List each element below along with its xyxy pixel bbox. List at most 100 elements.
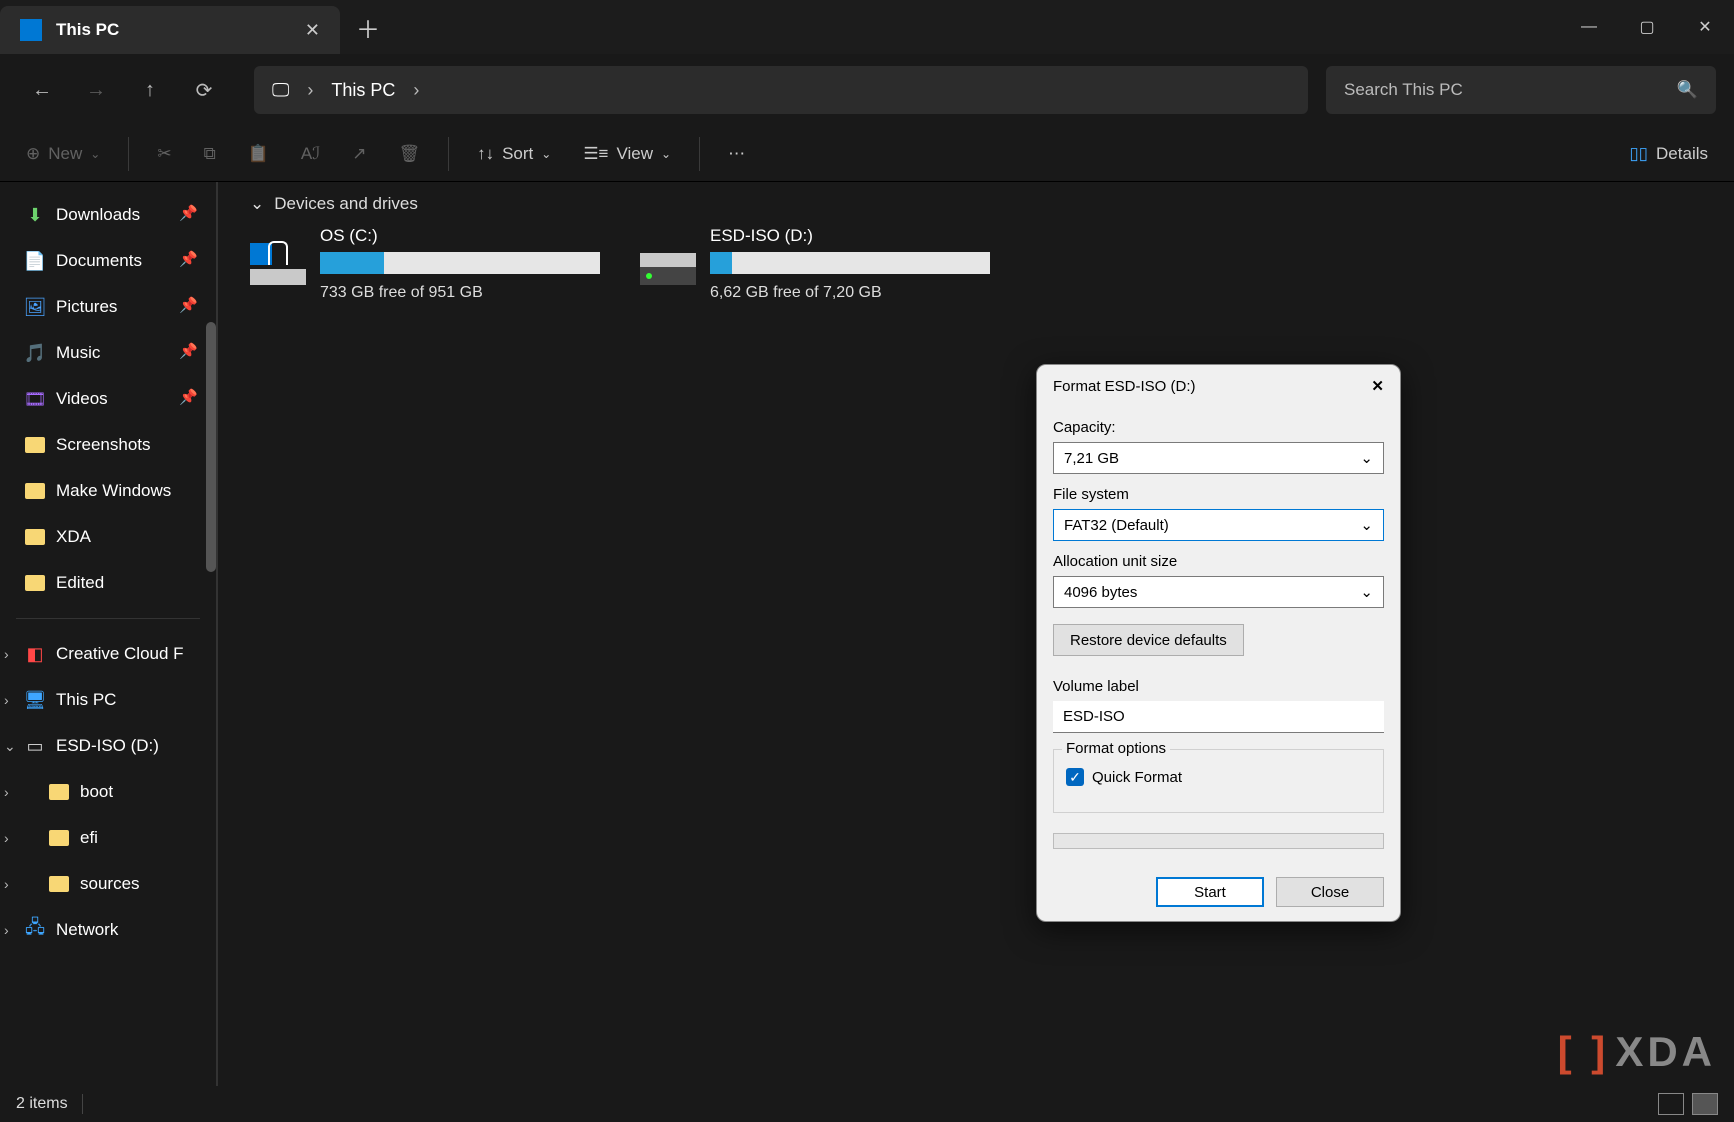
filesystem-select[interactable]: FAT32 (Default) ⌄ <box>1053 509 1384 541</box>
sort-icon: ↑↓ <box>477 144 494 164</box>
paste-button[interactable]: 📋 <box>238 134 279 174</box>
sidebar: ⬇ Downloads 📌 📄 Documents 📌 🖼 Pictures 📌… <box>0 182 218 1086</box>
restore-defaults-button[interactable]: Restore device defaults <box>1053 624 1244 656</box>
close-button[interactable]: Close <box>1276 877 1384 907</box>
dialog-title-bar[interactable]: Format ESD-ISO (D:) ✕ <box>1037 365 1400 407</box>
status-bar: 2 items <box>0 1086 1734 1122</box>
quick-format-checkbox[interactable]: ✓ Quick Format <box>1066 768 1371 786</box>
capacity-label: Capacity: <box>1053 419 1384 436</box>
start-button[interactable]: Start <box>1156 877 1264 907</box>
details-view-button[interactable] <box>1658 1093 1684 1115</box>
close-window-button[interactable]: ✕ <box>1676 0 1734 54</box>
search-icon: 🔍 <box>1677 80 1698 100</box>
drive-name: OS (C:) <box>320 226 600 246</box>
minimize-button[interactable]: — <box>1560 0 1618 54</box>
os-drive-icon <box>250 243 308 285</box>
sidebar-item-downloads[interactable]: ⬇ Downloads 📌 <box>0 192 216 238</box>
sidebar-item-efi[interactable]: › efi <box>0 815 216 861</box>
copy-icon: ⧉ <box>204 144 216 164</box>
allocation-select[interactable]: 4096 bytes ⌄ <box>1053 576 1384 608</box>
sidebar-item-screenshots[interactable]: Screenshots <box>0 422 216 468</box>
document-icon: 📄 <box>24 250 46 272</box>
close-tab-icon[interactable]: ✕ <box>305 20 320 41</box>
chevron-down-icon[interactable]: ⌄ <box>4 738 20 755</box>
chevron-right-icon[interactable]: › <box>4 922 20 938</box>
large-icons-view-button[interactable] <box>1692 1093 1718 1115</box>
rename-icon: Aℐ <box>301 144 320 164</box>
search-placeholder: Search This PC <box>1344 80 1463 100</box>
more-button[interactable]: ⋯ <box>718 134 755 174</box>
sidebar-item-pictures[interactable]: 🖼 Pictures 📌 <box>0 284 216 330</box>
rename-button[interactable]: Aℐ <box>291 134 330 174</box>
sidebar-item-boot[interactable]: › boot <box>0 769 216 815</box>
view-toggle <box>1658 1093 1718 1115</box>
chevron-down-icon: ⌄ <box>661 147 671 161</box>
sidebar-item-xda[interactable]: XDA <box>0 514 216 560</box>
add-tab-button[interactable]: ＋ <box>340 0 396 54</box>
folder-icon <box>24 434 46 456</box>
window-controls: — ▢ ✕ <box>1560 0 1734 54</box>
close-icon[interactable]: ✕ <box>1371 377 1384 395</box>
view-button[interactable]: ☰≡ View ⌄ <box>573 134 681 174</box>
delete-button[interactable]: 🗑 <box>388 134 430 174</box>
up-button[interactable]: ↑ <box>126 66 174 114</box>
address-bar[interactable]: 🖵 › This PC › <box>254 66 1308 114</box>
sidebar-item-videos[interactable]: 🎞 Videos 📌 <box>0 376 216 422</box>
drive-name: ESD-ISO (D:) <box>710 226 990 246</box>
drive-os-c[interactable]: OS (C:) 733 GB free of 951 GB <box>250 226 600 302</box>
folder-icon <box>24 480 46 502</box>
scrollbar-thumb[interactable] <box>206 322 216 572</box>
sidebar-item-creative-cloud[interactable]: › ◧ Creative Cloud F <box>0 631 216 677</box>
maximize-button[interactable]: ▢ <box>1618 0 1676 54</box>
format-progress-bar <box>1053 833 1384 849</box>
tab-this-pc[interactable]: This PC ✕ <box>0 6 340 54</box>
share-button[interactable]: ↗ <box>342 134 376 174</box>
sidebar-item-music[interactable]: 🎵 Music 📌 <box>0 330 216 376</box>
sidebar-item-documents[interactable]: 📄 Documents 📌 <box>0 238 216 284</box>
sidebar-item-this-pc[interactable]: › 🖥 This PC <box>0 677 216 723</box>
format-dialog: Format ESD-ISO (D:) ✕ Capacity: 7,21 GB … <box>1036 364 1401 922</box>
sidebar-item-edited[interactable]: Edited <box>0 560 216 606</box>
folder-icon <box>48 781 70 803</box>
new-button[interactable]: ⊕ New ⌄ <box>16 134 110 174</box>
sidebar-item-sources[interactable]: › sources <box>0 861 216 907</box>
pc-icon: 🖥 <box>24 689 46 711</box>
filesystem-label: File system <box>1053 486 1384 503</box>
sort-button[interactable]: ↑↓ Sort ⌄ <box>467 134 561 174</box>
pc-icon <box>20 19 42 41</box>
details-pane-button[interactable]: ▯▯ Details <box>1619 134 1718 174</box>
refresh-button[interactable]: ⟳ <box>180 66 228 114</box>
chevron-right-icon: › <box>413 80 419 101</box>
chevron-right-icon[interactable]: › <box>4 784 20 800</box>
sidebar-item-network[interactable]: › 🖧 Network <box>0 907 216 953</box>
chevron-right-icon: › <box>307 80 313 101</box>
drive-usage-fill <box>320 252 384 274</box>
cut-button[interactable]: ✂ <box>147 134 181 174</box>
capacity-select[interactable]: 7,21 GB ⌄ <box>1053 442 1384 474</box>
chevron-right-icon[interactable]: › <box>4 830 20 846</box>
drive-usage-bar <box>710 252 990 274</box>
clipboard-icon: 📋 <box>248 144 269 164</box>
pin-icon: 📌 <box>179 296 198 314</box>
copy-button[interactable]: ⧉ <box>194 134 226 174</box>
back-button[interactable]: ← <box>18 66 66 114</box>
volume-label-input[interactable]: ESD-ISO <box>1053 701 1384 733</box>
chevron-right-icon[interactable]: › <box>4 692 20 708</box>
drive-usage-fill <box>710 252 732 274</box>
group-header[interactable]: ⌄ Devices and drives <box>250 194 1716 214</box>
chevron-down-icon[interactable]: ⌄ <box>250 194 264 214</box>
chevron-down-icon: ⌄ <box>1360 583 1373 601</box>
share-icon: ↗ <box>352 144 366 164</box>
drive-esd-iso-d[interactable]: ESD-ISO (D:) 6,62 GB free of 7,20 GB <box>640 226 990 302</box>
chevron-right-icon[interactable]: › <box>4 876 20 892</box>
sidebar-item-make-windows[interactable]: Make Windows <box>0 468 216 514</box>
chevron-right-icon[interactable]: › <box>4 646 20 662</box>
chevron-down-icon: ⌄ <box>1360 516 1373 534</box>
content-area: ⌄ Devices and drives OS (C:) <box>218 182 1734 1086</box>
sidebar-item-esd-iso[interactable]: ⌄ ▭ ESD-ISO (D:) <box>0 723 216 769</box>
download-icon: ⬇ <box>24 204 46 226</box>
monitor-icon: 🖵 <box>272 80 289 101</box>
forward-button[interactable]: → <box>72 66 120 114</box>
view-icon: ☰≡ <box>583 144 608 164</box>
search-input[interactable]: Search This PC 🔍 <box>1326 66 1716 114</box>
